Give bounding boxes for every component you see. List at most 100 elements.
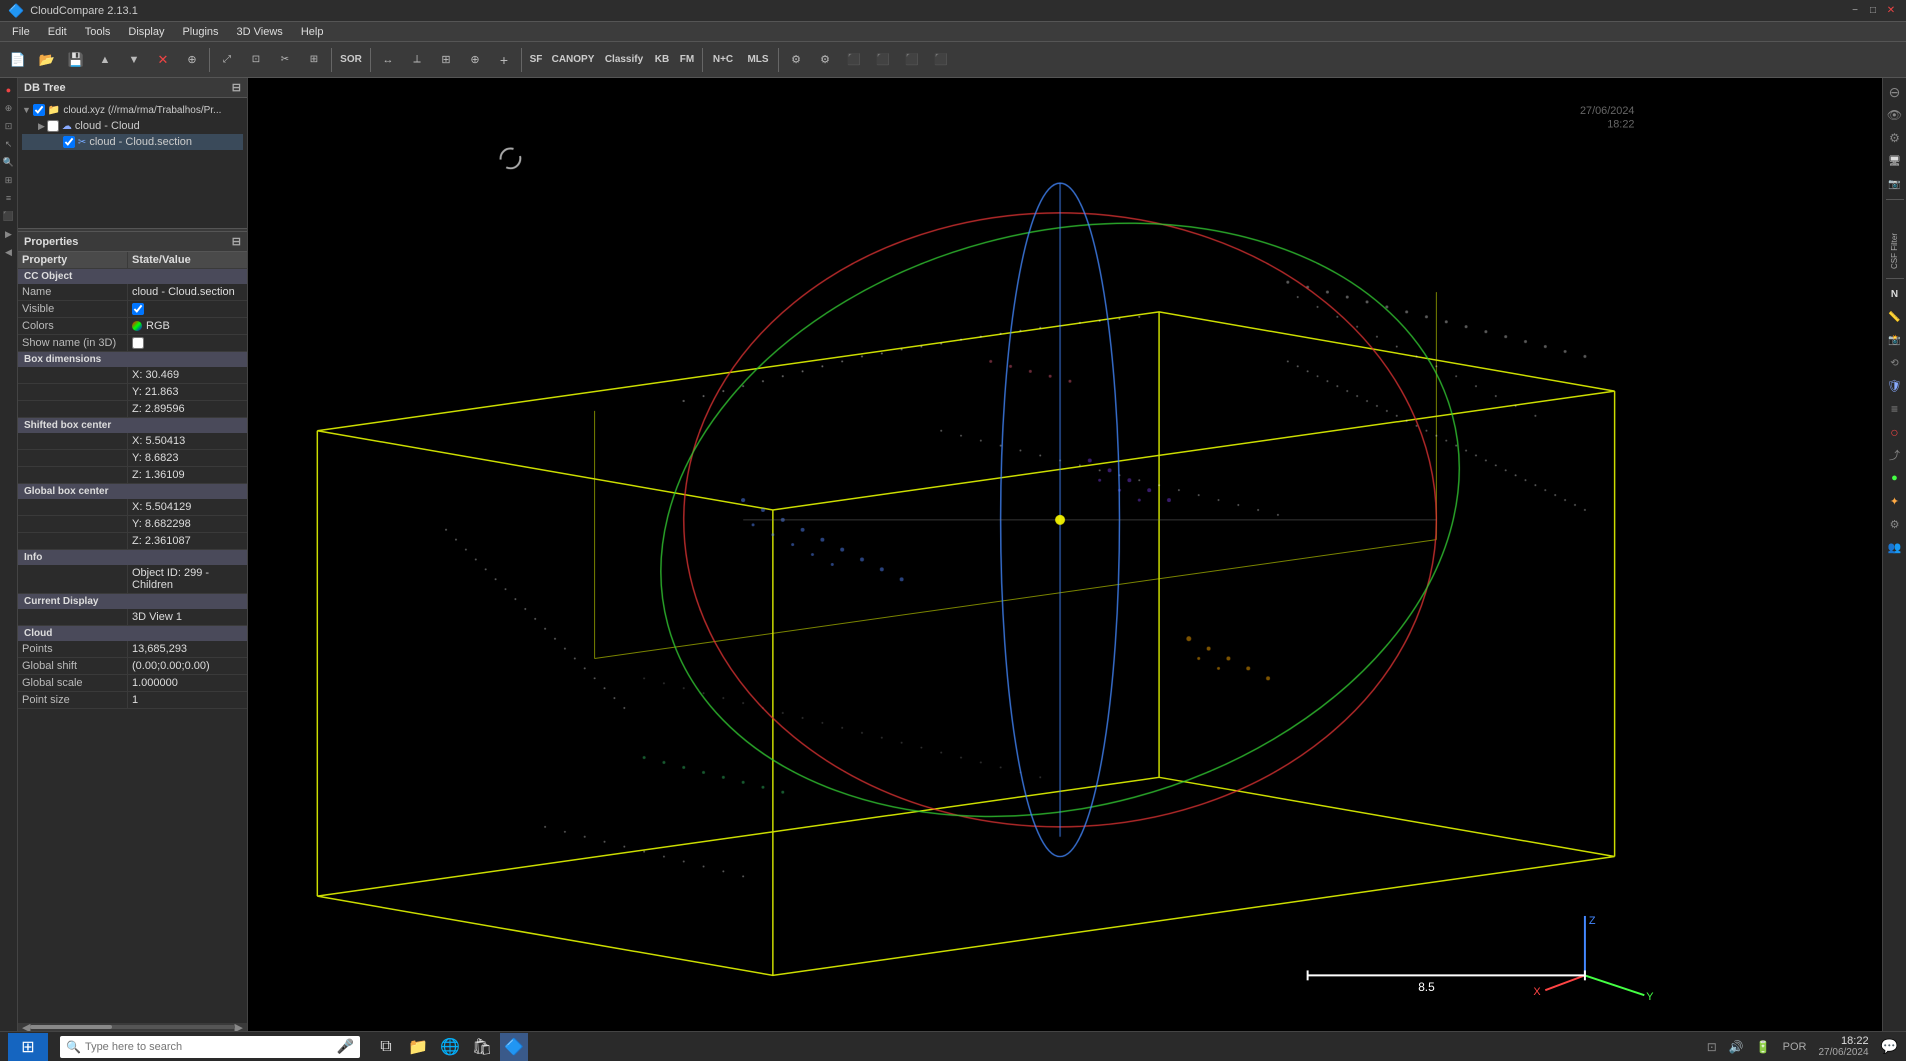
toolbar-add[interactable]: + xyxy=(490,46,518,74)
toolbar-colors4[interactable]: ⬛ xyxy=(927,46,955,74)
tree-item-3[interactable]: ▶ ✂ cloud - Cloud.section xyxy=(22,134,243,150)
toolbar-sor[interactable]: SOR xyxy=(335,46,367,74)
minimize-btn[interactable]: − xyxy=(1848,4,1862,18)
toolbar-merge[interactable]: ⊕ xyxy=(461,46,489,74)
rs-cloud[interactable]: ● xyxy=(1885,468,1905,488)
left-icon-9[interactable]: ▶ xyxy=(1,226,17,242)
toolbar-normal[interactable]: ⟂ xyxy=(403,46,431,74)
rs-segment[interactable]: ⊖ xyxy=(1885,82,1905,102)
left-icon-7[interactable]: ≡ xyxy=(1,190,17,206)
rs-circle[interactable]: ○ xyxy=(1885,422,1905,442)
menu-tools[interactable]: Tools xyxy=(77,24,119,40)
toolbar-delete[interactable]: ✕ xyxy=(149,46,177,74)
close-btn[interactable]: ✕ xyxy=(1884,4,1898,18)
csf-filter-label: CSF Filter xyxy=(1890,209,1899,269)
toolbar-import[interactable]: ▲ xyxy=(91,46,119,74)
rs-shield[interactable]: 🛡 xyxy=(1885,376,1905,396)
prop-val-showname[interactable] xyxy=(128,335,247,351)
rs-settings[interactable]: ⚙ xyxy=(1885,128,1905,148)
toolbar-plugin2[interactable]: ⚙ xyxy=(811,46,839,74)
toolbar-colors2[interactable]: ⬛ xyxy=(869,46,897,74)
toolbar-colors3[interactable]: ⬛ xyxy=(898,46,926,74)
search-input[interactable] xyxy=(85,1041,333,1053)
rs-export[interactable]: ⤴ xyxy=(1885,445,1905,465)
toolbar-oct[interactable]: ⊞ xyxy=(432,46,460,74)
left-icon-3[interactable]: ⊡ xyxy=(1,118,17,134)
notification-btn[interactable]: 💬 xyxy=(1881,1038,1898,1055)
start-button[interactable]: ⊞ xyxy=(8,1033,48,1061)
properties-scrollbar[interactable]: ◀ ▶ xyxy=(18,1023,247,1031)
toolbar-scale[interactable]: ⊡ xyxy=(242,46,270,74)
toolbar-classify[interactable]: Classify xyxy=(599,46,649,74)
toolbar-save[interactable]: 💾 xyxy=(62,46,90,74)
menu-3dviews[interactable]: 3D Views xyxy=(229,24,291,40)
datetime: 18:22 27/06/2024 xyxy=(1819,1035,1869,1058)
rs-camera[interactable]: 📸 xyxy=(1885,330,1905,350)
prop-globalscale: Global scale 1.000000 xyxy=(18,675,247,692)
toolbar-sf[interactable]: SF xyxy=(525,46,547,74)
toolbar-plugin1[interactable]: ⚙ xyxy=(782,46,810,74)
scrollbar-track xyxy=(30,1025,234,1029)
taskview-btn[interactable]: ⧉ xyxy=(372,1033,400,1061)
toolbar-translate[interactable]: ⤢ xyxy=(213,46,241,74)
prop-shift-y: Y: 8.6823 xyxy=(18,450,247,467)
cloudcompare-taskbar[interactable]: 🔷 xyxy=(500,1033,528,1061)
visible-checkbox[interactable] xyxy=(132,303,144,315)
toolbar-mls[interactable]: MLS xyxy=(741,46,775,74)
rs-measure[interactable]: 📏 xyxy=(1885,307,1905,327)
maximize-btn[interactable]: □ xyxy=(1866,4,1880,18)
left-icon-2[interactable]: ⊕ xyxy=(1,100,17,116)
tree-check-1[interactable] xyxy=(33,104,45,116)
tree-item-1[interactable]: ▼ 📁 cloud.xyz (//rma/rma/Trabalhos/Pr... xyxy=(22,102,243,118)
toolbar-colors1[interactable]: ⬛ xyxy=(840,46,868,74)
rs-layers[interactable]: ≡ xyxy=(1885,399,1905,419)
properties-header: Properties ⊟ xyxy=(18,232,247,252)
menu-help[interactable]: Help xyxy=(293,24,332,40)
toolbar-kb[interactable]: KB xyxy=(650,46,674,74)
tree-item-2[interactable]: ▶ ☁ cloud - Cloud xyxy=(22,118,243,134)
toolbar-nc[interactable]: N+C xyxy=(706,46,740,74)
showname-checkbox[interactable] xyxy=(132,337,144,349)
db-tree-expand[interactable]: ⊟ xyxy=(232,81,241,94)
menu-edit[interactable]: Edit xyxy=(40,24,75,40)
rs-north[interactable]: N xyxy=(1885,284,1905,304)
toolbar-fm[interactable]: FM xyxy=(675,46,699,74)
toolbar-clip[interactable]: ⊞ xyxy=(300,46,328,74)
rs-star[interactable]: ✦ xyxy=(1885,491,1905,511)
scroll-right[interactable]: ▶ xyxy=(235,1021,243,1032)
prop-key-visible: Visible xyxy=(18,301,128,317)
rs-display[interactable]: 🖥 xyxy=(1885,151,1905,171)
left-sidebar: ● ⊕ ⊡ ↖ 🔍 ⊞ ≡ ⬛ ▶ ◀ xyxy=(0,78,18,1031)
rs-view[interactable]: 👁 xyxy=(1885,105,1905,125)
viewport-3d[interactable]: Z Y X 8.5 27/06/2024 18:22 xyxy=(248,78,1882,1031)
chrome-btn[interactable]: 🌐 xyxy=(436,1033,464,1061)
scroll-left[interactable]: ◀ xyxy=(22,1021,30,1032)
left-icon-5[interactable]: 🔍 xyxy=(1,154,17,170)
volume-icon[interactable]: 🔊 xyxy=(1729,1040,1744,1054)
properties-collapse[interactable]: ⊟ xyxy=(232,235,241,248)
toolbar-dist[interactable]: ↔ xyxy=(374,46,402,74)
store-btn[interactable]: 🛍 xyxy=(468,1033,496,1061)
explorer-btn[interactable]: 📁 xyxy=(404,1033,432,1061)
left-icon-1[interactable]: ● xyxy=(1,82,17,98)
toolbar-export[interactable]: ▼ xyxy=(120,46,148,74)
toolbar-new[interactable]: 📄 xyxy=(4,46,32,74)
toolbar-open[interactable]: 📂 xyxy=(33,46,61,74)
rs-photo[interactable]: 📷 xyxy=(1885,174,1905,194)
toolbar-sample[interactable]: ⊕ xyxy=(178,46,206,74)
prop-val-visible[interactable] xyxy=(128,301,247,317)
rs-group[interactable]: 👥 xyxy=(1885,537,1905,557)
toolbar-segment2[interactable]: ✂ xyxy=(271,46,299,74)
menu-file[interactable]: File xyxy=(4,24,38,40)
rs-transform[interactable]: ⟲ xyxy=(1885,353,1905,373)
left-icon-10[interactable]: ◀ xyxy=(1,244,17,260)
left-icon-6[interactable]: ⊞ xyxy=(1,172,17,188)
toolbar-canopy[interactable]: CANOPY xyxy=(548,46,598,74)
left-icon-4[interactable]: ↖ xyxy=(1,136,17,152)
left-icon-8[interactable]: ⬛ xyxy=(1,208,17,224)
menu-plugins[interactable]: Plugins xyxy=(174,24,226,40)
menu-display[interactable]: Display xyxy=(120,24,172,40)
rs-gear[interactable]: ⚙ xyxy=(1885,514,1905,534)
tree-check-3[interactable] xyxy=(63,136,75,148)
tree-check-2[interactable] xyxy=(47,120,59,132)
